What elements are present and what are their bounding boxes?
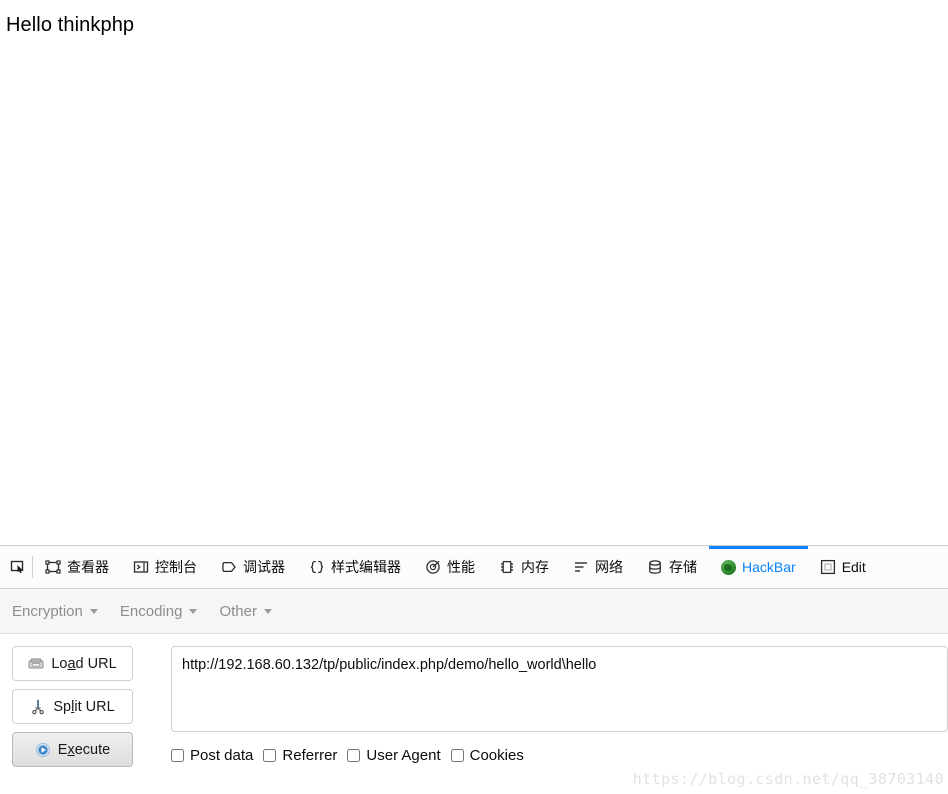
storage-icon [647,559,663,575]
checkbox-cookies[interactable]: Cookies [450,747,524,764]
tab-label: 调试器 [243,559,285,575]
post-data-checkbox[interactable] [171,749,184,762]
cookies-checkbox[interactable] [450,749,464,762]
devtools-tab-bar: 查看器 控制台 调试器 样式编辑器 性能 内存 网络 存储 HackBar Ed… [0,546,948,589]
tab-storage[interactable]: 存储 [635,546,709,588]
element-picker-icon [10,559,26,575]
hackbar-options-row: Post data Referrer User Agent Cookies [171,747,948,764]
style-editor-icon [309,559,325,575]
element-picker-button[interactable] [0,546,32,588]
page-content-area: Hello thinkphp [0,0,948,545]
chevron-down-icon [263,608,272,614]
checkbox-post-data[interactable]: Post data [171,747,253,764]
tab-network[interactable]: 网络 [561,546,635,588]
performance-icon [425,559,441,575]
button-label: Load URL [51,655,117,672]
memory-icon [499,559,515,575]
tab-performance[interactable]: 性能 [413,546,487,588]
button-label: Split URL [53,698,115,715]
browser-window: Hello thinkphp 查看器 控制台 调试器 样式编辑器 性能 内存 网… [0,0,948,794]
editor-icon [820,559,836,575]
menu-label: Other [219,602,257,620]
menu-other[interactable]: Other [219,603,272,620]
tab-style-editor[interactable]: 样式编辑器 [297,546,413,588]
split-url-button[interactable]: Split URL [12,689,133,724]
checkbox-label: User Agent [366,747,441,764]
url-input[interactable] [171,646,948,732]
checkbox-label: Cookies [469,747,524,764]
page-heading: Hello thinkphp [6,14,135,36]
chevron-down-icon [89,608,98,614]
hackbar-url-section: Post data Referrer User Agent Cookies [171,646,948,764]
checkbox-referrer[interactable]: Referrer [263,747,337,764]
menu-encryption[interactable]: Encryption [12,603,98,620]
debugger-icon [221,559,237,575]
menu-encoding[interactable]: Encoding [120,603,198,620]
tab-label: 内存 [521,559,549,575]
network-icon [573,559,589,575]
referrer-checkbox[interactable] [263,749,277,762]
menu-label: Encoding [119,602,183,620]
execute-icon [35,742,51,758]
tab-label: 控制台 [155,559,197,575]
user-agent-checkbox[interactable] [347,749,361,762]
tab-label: 网络 [595,559,623,575]
developer-tools-panel: 查看器 控制台 调试器 样式编辑器 性能 内存 网络 存储 HackBar Ed… [0,545,948,794]
tab-editor[interactable]: Edit [808,546,878,588]
hackbar-globe-icon [721,559,736,575]
checkbox-label: Referrer [282,747,338,764]
button-label: Execute [57,741,111,758]
execute-button[interactable]: Execute [12,732,133,767]
tab-debugger[interactable]: 调试器 [209,546,297,588]
inspector-icon [45,559,61,575]
menu-label: Encryption [12,602,83,620]
load-url-button[interactable]: Load URL [12,646,133,681]
tab-memory[interactable]: 内存 [487,546,561,588]
tab-label: HackBar [742,559,796,575]
checkbox-user-agent[interactable]: User Agent [347,747,441,764]
tab-label: 存储 [669,559,697,575]
hackbar-body: Load URL Split URL Execute http://192.16… [0,634,948,793]
checkbox-label: Post data [190,747,254,764]
hackbar-menu-bar: Encryption Encoding Other [0,589,948,634]
console-icon [133,559,149,575]
hackbar-action-buttons: Load URL Split URL Execute [12,646,133,767]
chevron-down-icon [189,608,198,614]
tab-label: 性能 [447,559,475,575]
tab-hackbar[interactable]: HackBar [709,546,808,588]
tab-console[interactable]: 控制台 [121,546,209,588]
load-url-icon [28,656,44,672]
tab-inspector[interactable]: 查看器 [33,546,121,588]
split-url-icon [30,699,46,715]
tab-label: 查看器 [67,559,109,575]
tab-label: Edit [841,559,866,575]
tab-label: 样式编辑器 [331,559,401,575]
